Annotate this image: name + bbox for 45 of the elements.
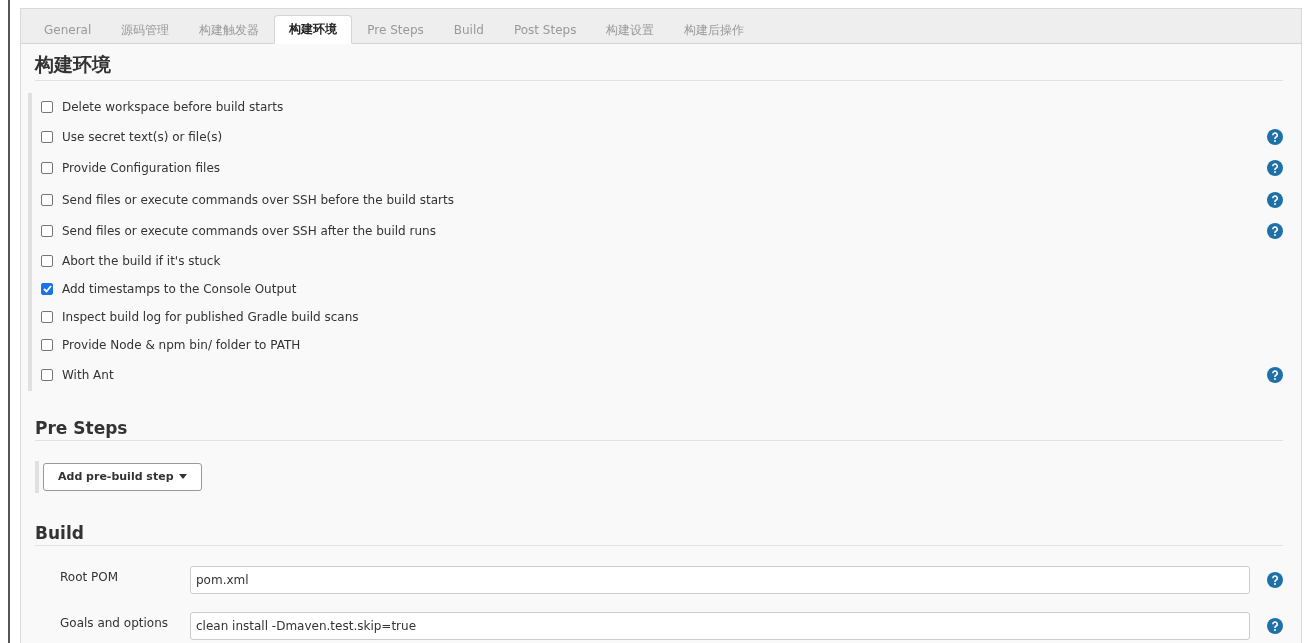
checkbox[interactable]	[41, 162, 53, 175]
caret-icon	[178, 474, 187, 479]
section-heading: Pre Steps	[35, 417, 1283, 441]
help-icon[interactable]	[1267, 223, 1283, 240]
checkbox[interactable]	[41, 101, 53, 113]
tab[interactable]: 源码管理	[106, 15, 185, 44]
checkbox[interactable]	[41, 130, 53, 143]
input-field[interactable]: clean install -Dmaven.test.skip=true	[190, 611, 1250, 640]
checkbox-label: Provide Configuration files	[62, 161, 220, 176]
checkbox-label: Abort the build if it's stuck	[62, 254, 221, 268]
checkbox-label: With Ant	[62, 367, 114, 382]
checkbox[interactable]	[41, 225, 53, 238]
checkbox-label: Use secret text(s) or file(s)	[62, 129, 223, 144]
section-heading: Build	[35, 522, 1283, 546]
checkbox[interactable]	[41, 283, 53, 295]
tab[interactable]: Pre Steps	[352, 15, 439, 44]
tab[interactable]: 构建环境	[274, 15, 353, 44]
checkbox[interactable]	[41, 255, 53, 267]
tab[interactable]: 构建触发器	[184, 15, 275, 44]
help-icon[interactable]	[1267, 366, 1283, 383]
tab[interactable]: 构建后操作	[669, 15, 760, 44]
help-icon[interactable]	[1267, 191, 1283, 208]
tab[interactable]: General	[29, 15, 107, 44]
help-icon[interactable]	[1267, 128, 1283, 145]
checkbox-label: Inspect build log for published Gradle build scans	[62, 310, 359, 324]
input-field[interactable]: pom.xml	[190, 565, 1250, 594]
field-label: Root POM	[59, 568, 120, 584]
add-step-button[interactable]: Add pre-build step	[43, 462, 202, 491]
help-icon[interactable]	[1267, 571, 1283, 588]
checkbox[interactable]	[41, 311, 53, 323]
help-icon[interactable]	[1267, 160, 1283, 177]
help-icon[interactable]	[1267, 617, 1283, 634]
checkbox[interactable]	[41, 368, 53, 381]
tab[interactable]: Post Steps	[498, 15, 592, 44]
checkbox[interactable]	[41, 193, 53, 206]
tab[interactable]: 构建设置	[591, 15, 670, 44]
checkbox-label: Delete workspace before build starts	[62, 100, 284, 114]
checkbox-label: Send files or execute commands over SSH after the build runs	[62, 224, 436, 239]
tab[interactable]: Build	[438, 15, 499, 44]
field-label: Goals and options	[59, 614, 169, 630]
checkbox[interactable]	[41, 339, 53, 351]
checkbox-label: Provide Node & npm bin/ folder to PATH	[62, 338, 301, 352]
section-heading: 构建环境	[35, 52, 1283, 81]
checkbox-label: Send files or execute commands over SSH before the build starts	[62, 192, 454, 207]
checkbox-label: Add timestamps to the Console Output	[62, 282, 297, 296]
